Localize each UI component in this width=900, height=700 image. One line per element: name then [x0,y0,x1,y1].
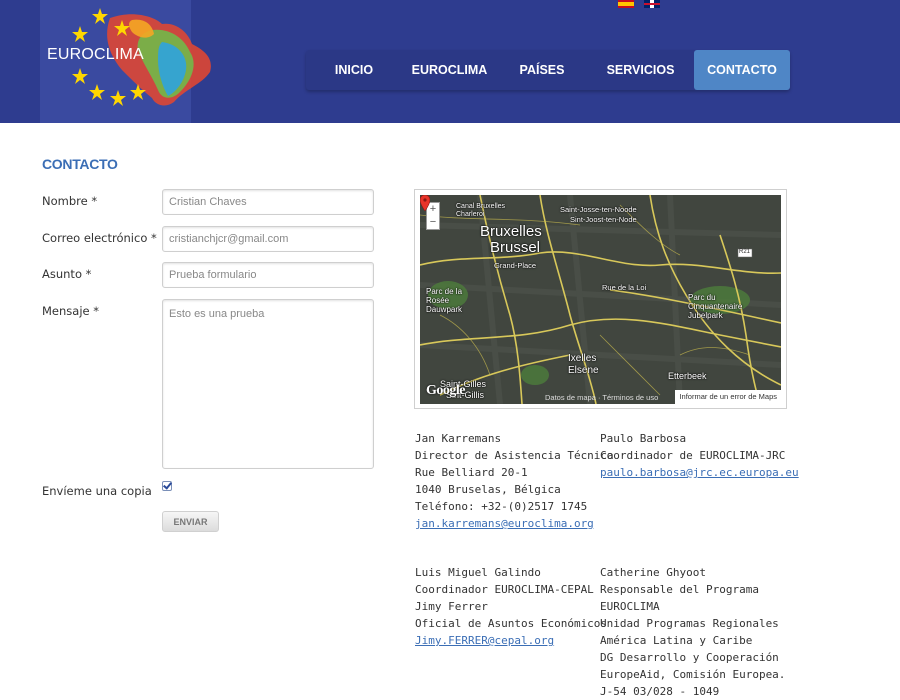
map-label-rue-loi: Rue de la Loi [602,283,647,292]
contact-line: Unidad Programas Regionales [600,617,779,630]
map-label-grand-place: Grand-Place [494,261,537,270]
map-label-elsene: Elsene [568,365,599,376]
contact-line: EuropeAid, Comisión Europea. [600,668,786,681]
contact-line: América Latina y Caribe [600,634,753,647]
contact-line: Coordinador EUROCLIMA-CEPAL [415,583,594,596]
copy-label: Envíeme una copia [42,484,152,498]
message-label: Mensaje * [42,304,100,318]
nav-paises[interactable]: PAÍSES [497,50,587,90]
nav-inicio[interactable]: INICIO [306,50,402,90]
map-label-sjtn-fr: Saint-Josse-ten-Noode [560,205,637,214]
contact-line: Luis Miguel Galindo [415,566,541,579]
email-label: Correo electrónico * [42,231,157,245]
map-label-r21: R21 [739,249,751,255]
map-label-sjtn-nl: Sint-Joost-ten-Node [570,215,637,224]
nav-servicios[interactable]: SERVICIOS [587,50,694,90]
contact-line: Director de Asistencia Técnica [415,449,614,462]
google-logo: Google [426,383,466,398]
contact-email-link[interactable]: Jimy.FERRER@cepal.org [415,632,607,649]
contact-line: Rue Belliard 20-1 [415,466,528,479]
contact-line: 1040 Bruselas, Bélgica [415,483,561,496]
message-textarea[interactable]: Esto es una prueba [162,299,374,469]
email-input[interactable]: cristianchjcr@gmail.com [162,226,374,252]
contact-line: Paulo Barbosa [600,432,687,445]
subject-label: Asunto * [42,267,92,281]
map-label-brussel: Brussel [490,239,541,256]
logo[interactable]: EUROCLIMA [40,0,211,123]
contact-line: Catherine Ghyoot [600,566,706,579]
map-pin-icon[interactable] [420,195,430,211]
contact-line: Jan Karremans [415,432,502,445]
contact-line: Jimy Ferrer [415,600,488,613]
page-title: CONTACTO [42,156,118,172]
report-map-error-link[interactable]: Informar de un error de Maps [675,390,781,404]
contact-line: Teléfono: +32-(0)2517 1745 [415,500,588,513]
contact-line: Coordinador de EUROCLIMA-JRC [600,449,786,462]
map-attribution[interactable]: Datos de mapa · Términos de uso [545,393,658,402]
submit-button[interactable]: ENVIAR [162,511,219,532]
contact-block-4: Catherine Ghyoot Responsable del Program… [600,564,785,700]
map-label-bruxelles: Bruxelles [480,223,542,240]
main-nav: INICIO EUROCLIMA PAÍSES SERVICIOS CONTAC… [306,50,790,90]
map-label-ixelles: Ixelles [568,353,597,364]
contact-block-1: Jan Karremans Director de Asistencia Téc… [415,430,614,532]
map-label-canal: Canal Bruxelles Charleroi [456,203,506,218]
name-label: Nombre * [42,194,98,208]
map-label-etterbeek: Etterbeek [668,371,707,381]
contact-line: DG Desarrollo y Cooperación [600,651,779,664]
map-label-parc-rosee: Parc de la Rosée Dauwpark [426,287,463,314]
google-map[interactable]: + − Canal Bruxelles Charleroi Saint-Joss… [420,195,781,404]
contact-email-link[interactable]: jan.karremans@euroclima.org [415,515,614,532]
logo-text: EUROCLIMA [47,46,144,63]
copy-checkbox[interactable] [162,481,172,491]
map-label-parc-cinq: Parc du Cinquantenaire Jubelpark [688,293,743,320]
flag-spain-icon[interactable] [618,0,634,8]
flag-uk-icon[interactable] [644,0,660,8]
nav-euroclima[interactable]: EUROCLIMA [402,50,497,90]
zoom-out-button[interactable]: − [427,216,439,229]
name-input[interactable]: Cristian Chaves [162,189,374,215]
site-header: EUROCLIMA INICIO EUROCLIMA PAÍSES SERVIC… [0,0,900,123]
contact-email-link[interactable]: paulo.barbosa@jrc.ec.europa.eu [600,464,799,481]
contact-block-3: Luis Miguel Galindo Coordinador EUROCLIM… [415,564,607,649]
contact-line: Oficial de Asuntos Económicos [415,617,608,630]
subject-input[interactable]: Prueba formulario [162,262,374,288]
contact-line: Responsable del Programa [600,583,759,596]
map-frame: + − Canal Bruxelles Charleroi Saint-Joss… [414,189,787,409]
contact-block-2: Paulo Barbosa Coordinador de EUROCLIMA-J… [600,430,799,481]
contact-line: J-54 03/028 - 1049 [600,685,720,698]
nav-contacto[interactable]: CONTACTO [694,50,790,90]
language-switcher [618,0,660,8]
contact-line: EUROCLIMA [600,600,660,613]
